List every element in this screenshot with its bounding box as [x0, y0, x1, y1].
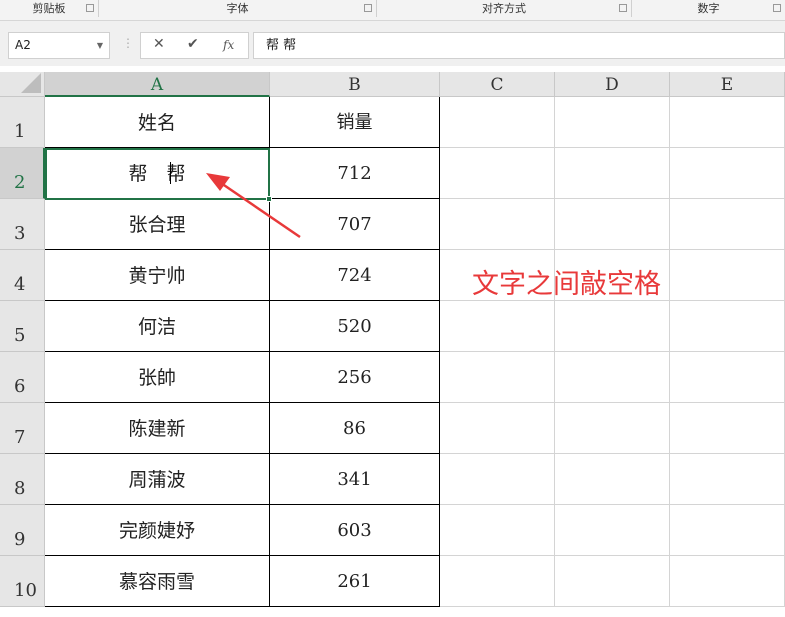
empty-cell[interactable] [555, 352, 670, 403]
column-header-b[interactable]: B [270, 72, 440, 97]
empty-cell[interactable] [670, 148, 785, 199]
row-header-3[interactable]: 3 [0, 199, 45, 250]
row-header-9[interactable]: 9 [0, 505, 45, 556]
empty-cell[interactable] [670, 250, 785, 301]
row-header-7[interactable]: 7 [0, 403, 45, 454]
empty-cell[interactable] [670, 352, 785, 403]
empty-cell[interactable] [670, 556, 785, 607]
empty-cell[interactable] [440, 505, 555, 556]
empty-cell[interactable] [555, 454, 670, 505]
row-header-6[interactable]: 6 [0, 352, 45, 403]
annotation-text: 文字之间敲空格 [472, 269, 661, 300]
cancel-icon[interactable]: ✕ [153, 36, 165, 52]
cell-name[interactable]: 张帥 [45, 352, 270, 403]
empty-cell[interactable] [670, 403, 785, 454]
dialog-launcher-icon[interactable]: . [364, 4, 372, 12]
column-header-d[interactable]: D [555, 72, 670, 97]
empty-cell[interactable] [670, 454, 785, 505]
group-label: 数字 [697, 2, 720, 15]
cell-name[interactable]: 陈建新 [45, 403, 270, 454]
group-label: 剪贴板 [32, 2, 66, 15]
formula-buttons: ✕ ✔ fx [140, 32, 249, 59]
name-box-value: A2 [15, 38, 31, 52]
text-cursor [170, 162, 171, 184]
row-header-10[interactable]: 10 [0, 556, 45, 607]
cell-name[interactable]: 何洁 [45, 301, 270, 352]
formula-bar: A2 ▼ ⋮ ✕ ✔ fx 帮 帮 [0, 21, 785, 66]
empty-cell[interactable] [440, 454, 555, 505]
cell-sales[interactable]: 销量 [270, 97, 440, 148]
ribbon-group-labels: 剪贴板. 字体. 对齐方式. 数字. [0, 0, 785, 21]
dialog-launcher-icon[interactable]: . [619, 4, 627, 12]
empty-cell[interactable] [555, 97, 670, 148]
column-header-e[interactable]: E [670, 72, 785, 97]
empty-cell[interactable] [670, 199, 785, 250]
cell-sales[interactable]: 341 [270, 454, 440, 505]
cell-name[interactable]: 姓名 [45, 97, 270, 148]
empty-cell[interactable] [670, 301, 785, 352]
empty-cell[interactable] [555, 301, 670, 352]
select-all-button[interactable] [0, 72, 45, 97]
empty-cell[interactable] [555, 556, 670, 607]
empty-cell[interactable] [555, 403, 670, 454]
formula-input[interactable]: 帮 帮 [253, 32, 785, 59]
dialog-launcher-icon[interactable]: . [773, 4, 781, 12]
row-header-2[interactable]: 2 [0, 148, 45, 199]
ribbon-group-alignment: 对齐方式. [377, 0, 632, 17]
empty-cell[interactable] [555, 148, 670, 199]
empty-cell[interactable] [440, 97, 555, 148]
dialog-launcher-icon[interactable]: . [86, 4, 94, 12]
drag-handle-icon[interactable]: ⋮ [122, 36, 134, 50]
name-box[interactable]: A2 ▼ [8, 32, 110, 59]
column-header-c[interactable]: C [440, 72, 555, 97]
cell-sales[interactable]: 603 [270, 505, 440, 556]
column-header-a[interactable]: A [45, 72, 270, 97]
cell-sales[interactable]: 256 [270, 352, 440, 403]
cell-sales[interactable]: 724 [270, 250, 440, 301]
chevron-down-icon[interactable]: ▼ [97, 33, 103, 58]
cell-name[interactable]: 完颜婕妤 [45, 505, 270, 556]
cell-sales[interactable]: 520 [270, 301, 440, 352]
empty-cell[interactable] [670, 505, 785, 556]
empty-cell[interactable] [440, 301, 555, 352]
empty-cell[interactable] [440, 352, 555, 403]
cell-sales[interactable]: 261 [270, 556, 440, 607]
empty-cell[interactable] [440, 199, 555, 250]
cell-name[interactable]: 周蒲波 [45, 454, 270, 505]
group-label: 字体 [226, 2, 249, 15]
ribbon-group-font: 字体. [99, 0, 377, 17]
cell-name[interactable]: 慕容雨雪 [45, 556, 270, 607]
empty-cell[interactable] [555, 505, 670, 556]
empty-cell[interactable] [555, 199, 670, 250]
ribbon-group-clipboard: 剪贴板. [0, 0, 99, 17]
empty-cell[interactable] [670, 97, 785, 148]
red-arrow-icon [206, 173, 301, 239]
ribbon-group-number: 数字. [632, 0, 785, 17]
empty-cell[interactable] [440, 148, 555, 199]
cell-sales[interactable]: 86 [270, 403, 440, 454]
empty-cell[interactable] [440, 403, 555, 454]
row-header-4[interactable]: 4 [0, 250, 45, 301]
row-header-1[interactable]: 1 [0, 97, 45, 148]
row-header-5[interactable]: 5 [0, 301, 45, 352]
cell-name[interactable]: 黄宁帅 [45, 250, 270, 301]
row-header-8[interactable]: 8 [0, 454, 45, 505]
enter-icon[interactable]: ✔ [187, 36, 199, 52]
empty-cell[interactable] [440, 556, 555, 607]
group-label: 对齐方式 [482, 2, 526, 15]
insert-function-icon[interactable]: fx [223, 38, 234, 52]
